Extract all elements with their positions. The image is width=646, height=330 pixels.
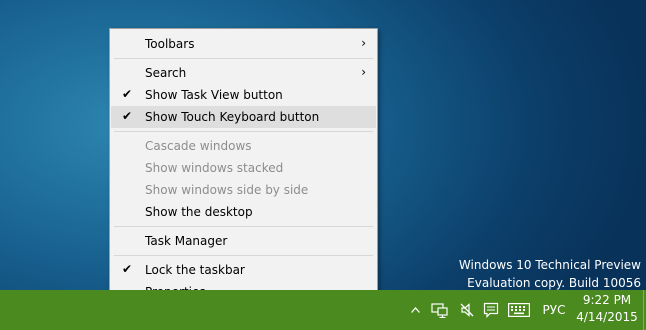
clock-date: 4/14/2015: [576, 310, 638, 324]
menu-item-label: Show Task View button: [145, 88, 283, 102]
volume-muted-icon[interactable]: [456, 290, 478, 330]
menu-item-show-touch-keyboard[interactable]: ✔ Show Touch Keyboard button: [111, 106, 376, 128]
clock[interactable]: 9:22 PM 4/14/2015: [574, 292, 640, 326]
input-language-indicator[interactable]: РУС: [536, 290, 572, 330]
submenu-arrow-icon: ›: [361, 36, 366, 50]
menu-separator: [114, 131, 373, 132]
chevron-up-icon[interactable]: [406, 290, 424, 330]
clock-time: 9:22 PM: [582, 293, 632, 307]
menu-separator: [114, 226, 373, 227]
menu-item-label: Show Touch Keyboard button: [145, 110, 320, 124]
menu-item-label: Show windows side by side: [145, 183, 309, 197]
menu-item-cascade-windows: Cascade windows: [111, 135, 376, 157]
menu-item-label: Task Manager: [145, 234, 228, 248]
menu-item-label: Lock the taskbar: [145, 263, 245, 277]
checkmark-icon: ✔: [122, 262, 133, 276]
watermark-line-1: Windows 10 Technical Preview: [458, 258, 641, 272]
checkmark-icon: ✔: [122, 109, 133, 123]
menu-separator: [114, 58, 373, 59]
menu-item-search[interactable]: Search ›: [111, 62, 376, 84]
evaluation-watermark: Windows 10 Technical Preview Evaluation …: [459, 256, 641, 292]
submenu-arrow-icon: ›: [361, 65, 366, 79]
menu-item-toolbars[interactable]: Toolbars ›: [111, 33, 376, 55]
checkmark-icon: ✔: [122, 87, 133, 101]
menu-item-show-windows-stacked: Show windows stacked: [111, 157, 376, 179]
menu-item-label: Show the desktop: [145, 205, 253, 219]
menu-item-label: Search: [145, 66, 187, 80]
taskbar[interactable]: РУС 9:22 PM 4/14/2015: [0, 290, 646, 330]
taskbar-context-menu: Toolbars › Search › ✔ Show Task View but…: [109, 28, 378, 306]
menu-item-label: Toolbars: [145, 37, 195, 51]
action-center-icon[interactable]: [479, 290, 503, 330]
menu-item-show-windows-side-by-side: Show windows side by side: [111, 179, 376, 201]
menu-separator: [114, 255, 373, 256]
menu-item-show-desktop[interactable]: Show the desktop: [111, 201, 376, 223]
touch-keyboard-icon[interactable]: [505, 290, 533, 330]
menu-item-show-task-view[interactable]: ✔ Show Task View button: [111, 84, 376, 106]
network-icon[interactable]: [428, 290, 452, 330]
menu-item-label: Cascade windows: [145, 139, 252, 153]
menu-item-label: Show windows stacked: [145, 161, 284, 175]
menu-item-lock-taskbar[interactable]: ✔ Lock the taskbar: [111, 259, 376, 281]
menu-item-task-manager[interactable]: Task Manager: [111, 230, 376, 252]
